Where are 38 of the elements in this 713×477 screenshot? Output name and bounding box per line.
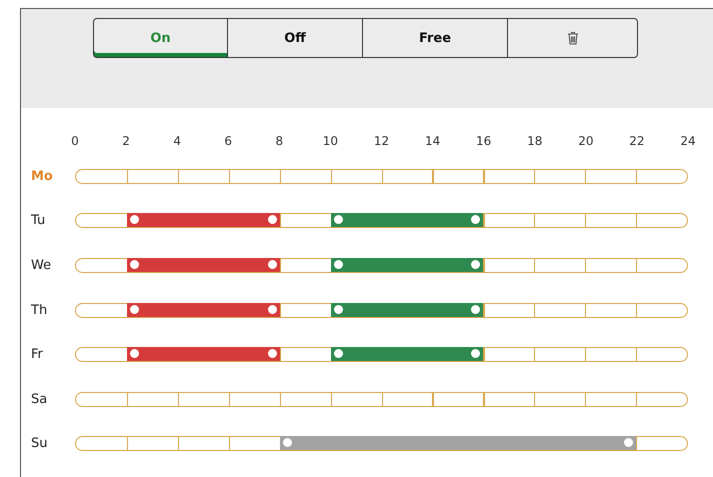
hour-label: 0 bbox=[71, 134, 79, 148]
schedule-bar[interactable] bbox=[330, 258, 484, 273]
schedule-bar[interactable] bbox=[126, 258, 280, 273]
day-timeline[interactable] bbox=[75, 258, 688, 273]
day-label[interactable]: Fr bbox=[21, 347, 75, 362]
day-timeline[interactable] bbox=[75, 436, 688, 452]
hour-label: 24 bbox=[680, 134, 696, 148]
day-label[interactable]: Sa bbox=[21, 392, 75, 407]
hour-label: 22 bbox=[629, 134, 645, 148]
day-label[interactable]: Su bbox=[21, 436, 75, 452]
hour-label: 6 bbox=[224, 134, 232, 148]
hour-label: 18 bbox=[527, 134, 542, 148]
day-label[interactable]: Th bbox=[21, 302, 75, 318]
delete-button[interactable] bbox=[508, 18, 638, 58]
hour-label: 10 bbox=[322, 134, 338, 148]
trash-icon bbox=[566, 31, 578, 45]
hour-label: 8 bbox=[276, 134, 284, 148]
day-timeline[interactable] bbox=[75, 302, 688, 318]
schedule-bar[interactable] bbox=[280, 436, 636, 452]
mode-tab[interactable]: Off bbox=[228, 18, 363, 58]
schedule-bar[interactable] bbox=[330, 347, 484, 362]
day-timeline[interactable] bbox=[75, 347, 688, 362]
schedule-bar[interactable] bbox=[126, 213, 280, 228]
mode-tab[interactable]: Free bbox=[363, 18, 508, 58]
schedule-bar[interactable] bbox=[330, 213, 484, 228]
day-timeline[interactable] bbox=[75, 213, 688, 228]
schedule-bar[interactable] bbox=[126, 347, 280, 362]
hour-label: 20 bbox=[578, 134, 594, 148]
hour-label: 14 bbox=[424, 134, 440, 148]
hour-label: 12 bbox=[374, 134, 390, 148]
day-label[interactable]: Tu bbox=[21, 213, 75, 228]
hour-label: 16 bbox=[476, 134, 492, 148]
schedule-bar[interactable] bbox=[126, 302, 280, 318]
mode-tab[interactable]: On bbox=[93, 18, 228, 58]
day-label[interactable]: We bbox=[21, 258, 75, 273]
hour-label: 2 bbox=[122, 134, 130, 148]
hour-label: 4 bbox=[173, 134, 181, 148]
schedule-bar[interactable] bbox=[330, 302, 484, 318]
